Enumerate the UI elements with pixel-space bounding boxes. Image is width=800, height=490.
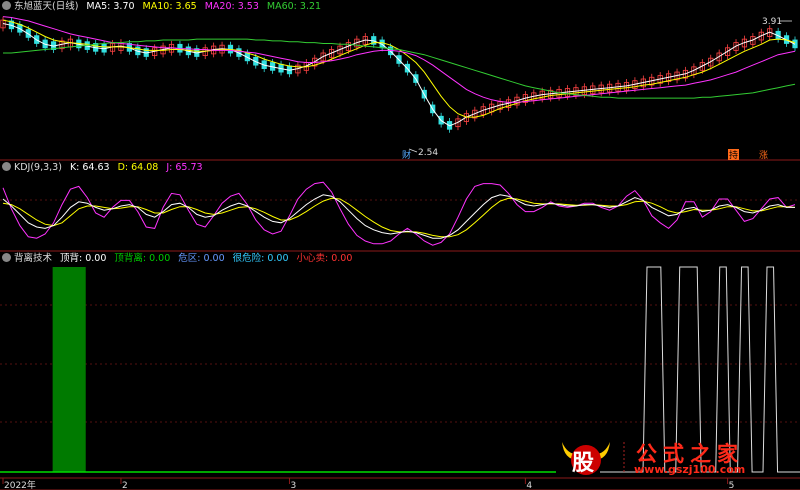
series-ma5 xyxy=(2,23,796,127)
watermark-url[interactable]: www.gszj100.com xyxy=(634,463,745,476)
weiqu-legend: 危区: 0.00 xyxy=(178,253,225,264)
gear-icon[interactable] xyxy=(2,1,11,10)
event-tag-right2[interactable]: 涨 xyxy=(759,150,768,161)
x-tick-label: 5 xyxy=(729,481,735,490)
dingbeili-legend: 顶背离: 0.00 xyxy=(114,253,171,264)
x-tick-label: 4 xyxy=(526,481,532,490)
gear-icon[interactable] xyxy=(2,162,11,171)
dingbei-legend: 顶背: 0.00 xyxy=(60,253,107,264)
k-legend: K: 64.63 xyxy=(69,162,110,173)
stock-chart: 2022年23456 3.91 2.54 财 持 涨 xyxy=(0,16,800,490)
d-legend: D: 64.08 xyxy=(117,162,159,173)
kdj-title: KDJ(9,3,3) xyxy=(14,162,62,173)
ma5-legend: MA5: 3.70 xyxy=(86,1,135,12)
ma20-legend: MA20: 3.53 xyxy=(204,1,259,12)
henweixian-legend: 很危险: 0.00 xyxy=(232,253,289,264)
gear-icon[interactable] xyxy=(2,253,11,262)
j-legend: J: 65.73 xyxy=(166,162,203,173)
series-ma10 xyxy=(2,19,796,118)
xiaoxinmai-legend: 小心卖: 0.00 xyxy=(296,253,353,264)
x-tick-label: 2 xyxy=(122,481,128,490)
event-tag-right1[interactable]: 持 xyxy=(729,149,738,161)
watermark-glyph: 股 xyxy=(572,451,595,476)
x-tick-label: 3 xyxy=(290,481,296,490)
ma60-legend: MA60: 3.21 xyxy=(266,1,322,12)
price-legend: 东旭蓝天(日线) MA5: 3.70 MA10: 3.65 MA20: 3.53 MA6… xyxy=(2,0,329,14)
watermark: 股 公式之家 www.gszj100.com xyxy=(558,438,798,478)
kdj-legend: KDJ(9,3,3) K: 64.63 D: 64.08 J: 65.73 xyxy=(2,161,211,175)
kdj-d-line xyxy=(2,197,796,238)
custom-title: 背离技术 xyxy=(14,253,53,264)
kdj-j-line xyxy=(2,181,796,246)
high-price-label: 3.91 xyxy=(762,17,782,27)
event-tag-left[interactable]: 财 xyxy=(402,149,411,161)
green-divergence-bar xyxy=(52,267,86,472)
custom-legend: 背离技术 顶背: 0.00 顶背离: 0.00 危区: 0.00 很危险: 0.00 小心… xyxy=(2,252,360,266)
ma10-legend: MA10: 3.65 xyxy=(142,1,197,12)
series-ma60 xyxy=(3,38,796,99)
low-price-label: 2.54 xyxy=(418,148,438,158)
stock-title: 东旭蓝天(日线) xyxy=(14,1,79,12)
x-tick-label: 2022年 xyxy=(4,479,36,490)
